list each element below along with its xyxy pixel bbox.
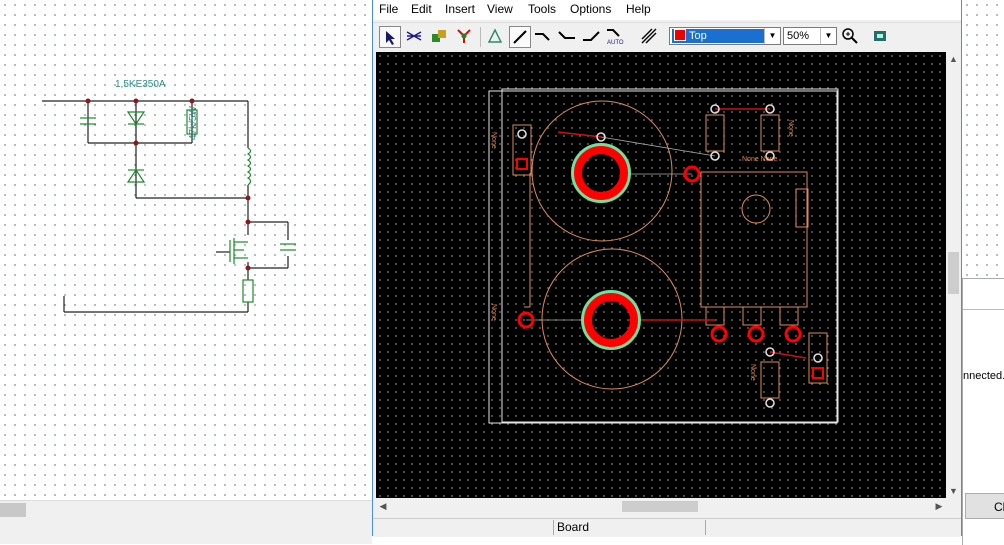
schematic-horizontal-scrollbar[interactable] (0, 500, 372, 519)
schematic-editor[interactable]: 1,5KE350A 47k/5W (0, 0, 372, 544)
board-outline-inner (501, 88, 839, 423)
component-label-resistor: 47k/5W (188, 106, 199, 140)
board-label-none-right: None (787, 120, 794, 137)
board-label-nonenone: None None (742, 156, 778, 163)
schematic-scroll-thumb[interactable] (0, 503, 26, 517)
board-outline (488, 90, 838, 424)
layer-value: Top (689, 30, 707, 42)
delete-track-icon[interactable] (639, 26, 661, 48)
schematic-bottom-panel (0, 518, 372, 544)
track-bend-down-icon[interactable] (557, 26, 579, 48)
chevron-down-icon[interactable]: ▼ (820, 28, 836, 44)
large-pads (571, 143, 641, 350)
board-label-none-lower: None (490, 304, 497, 321)
medium-pads (517, 165, 802, 343)
3d-view-icon[interactable] (870, 26, 892, 48)
component-place-icon[interactable] (429, 26, 451, 48)
toolbar: AUTO Top ▼ 50% ▼ (373, 22, 961, 51)
dialog-close-button[interactable]: Cl (965, 493, 1004, 519)
menu-options[interactable]: Options (570, 2, 611, 16)
status-mode: Board (553, 520, 707, 535)
component-label-tvs: 1,5KE350A (115, 79, 166, 90)
schematic-drawing[interactable] (0, 0, 372, 544)
horizontal-scrollbar[interactable]: ◀ ▶ (376, 498, 946, 514)
menu-file[interactable]: File (379, 2, 398, 16)
pcb-canvas[interactable]: None None None None None None (376, 52, 946, 498)
track-bend-icon[interactable] (533, 26, 555, 48)
dialog-text-connected: nnected. (963, 370, 1004, 382)
menu-help[interactable]: Help (626, 2, 651, 16)
track-diagonal-icon[interactable] (581, 26, 603, 48)
background-canvas (962, 0, 1004, 280)
select-arrow-icon[interactable] (379, 26, 401, 48)
vertical-scroll-thumb[interactable] (948, 252, 959, 294)
menu-tools[interactable]: Tools (528, 2, 556, 16)
schematic-junctions (85, 98, 251, 271)
horizontal-scroll-thumb[interactable] (622, 501, 698, 512)
pcb-editor-window: File Edit Insert View Tools Options Help (372, 0, 962, 537)
menu-insert[interactable]: Insert (445, 2, 475, 16)
scroll-left-icon[interactable]: ◀ (376, 498, 390, 514)
ratsnest-icon[interactable] (404, 26, 426, 48)
text-tool-icon[interactable] (485, 26, 507, 48)
svg-text:AUTO: AUTO (607, 40, 624, 46)
autorouter-icon[interactable] (454, 26, 476, 48)
zoom-select[interactable]: 50% ▼ (783, 27, 837, 45)
layer-color-swatch (674, 29, 686, 41)
status-bar: Board (373, 518, 961, 537)
toolbar-separator (480, 27, 481, 47)
message-dialog: nnected. question Cl (962, 278, 1004, 545)
vertical-scrollbar[interactable]: ▲ ▼ (946, 52, 961, 498)
track-straight-icon[interactable] (509, 26, 531, 48)
zoom-value: 50% (787, 30, 810, 42)
board-label-none-bottom: None (749, 364, 756, 381)
track-auto-icon[interactable]: AUTO (605, 26, 627, 48)
menu-edit[interactable]: Edit (411, 2, 432, 16)
menu-view[interactable]: View (487, 2, 513, 16)
layer-select[interactable]: Top ▼ (669, 27, 781, 45)
pcb-board-drawing[interactable] (376, 52, 946, 498)
dialog-body: nnected. question (963, 309, 1004, 504)
chevron-down-icon[interactable]: ▼ (764, 28, 780, 44)
scroll-up-icon[interactable]: ▲ (946, 52, 961, 66)
menu-bar: File Edit Insert View Tools Options Help (373, 0, 961, 20)
status-panel-empty (705, 520, 956, 535)
scroll-down-icon[interactable]: ▼ (946, 484, 961, 498)
scroll-right-icon[interactable]: ▶ (932, 498, 946, 514)
board-label-none-left: None (490, 132, 497, 149)
background-window: nnected. question Cl (962, 0, 1004, 545)
zoom-in-icon[interactable] (840, 26, 862, 48)
